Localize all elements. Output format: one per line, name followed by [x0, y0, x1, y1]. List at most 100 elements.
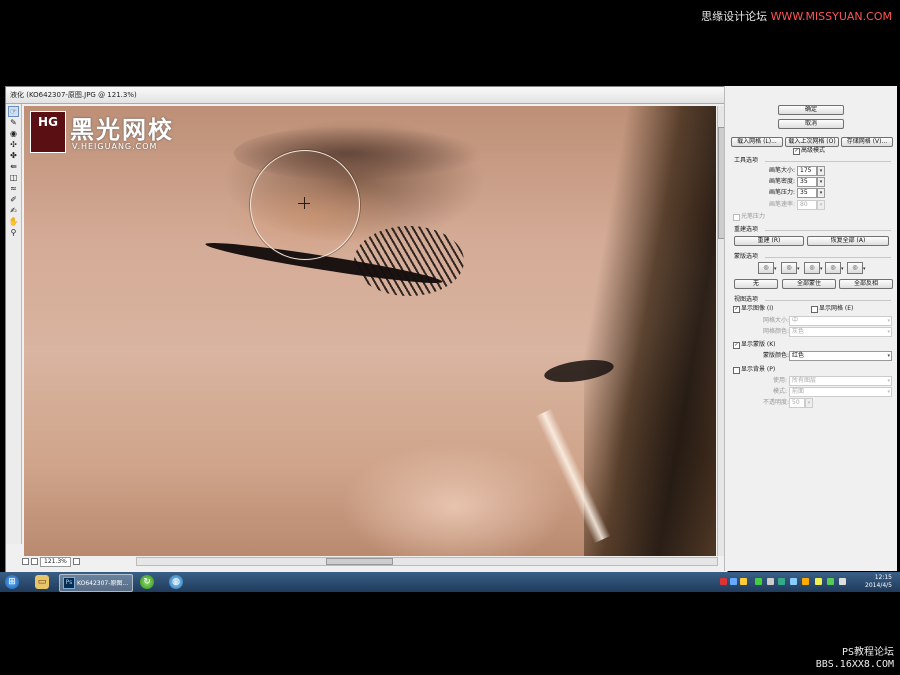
start-button[interactable]: ⊞	[5, 575, 19, 589]
divider	[765, 161, 891, 162]
clock[interactable]: 12:15 2014/4/5	[865, 574, 892, 590]
tray-icon-2[interactable]	[730, 578, 737, 585]
mask-add-icon[interactable]: ◎	[781, 262, 797, 274]
zoom-tool-icon[interactable]: ⚲	[8, 228, 19, 237]
tray-icon-7[interactable]	[790, 578, 797, 585]
hand-tool-icon[interactable]: ✋	[8, 217, 19, 226]
horizontal-scroll-thumb[interactable]	[326, 558, 393, 565]
clock-time: 12:15	[874, 574, 892, 581]
volume-icon[interactable]	[839, 578, 846, 585]
advanced-mode-checkbox[interactable]: ✓	[793, 148, 800, 155]
mask-intersect-icon[interactable]: ◎	[825, 262, 841, 274]
show-image-checkbox[interactable]: ✓	[733, 306, 740, 313]
preview-canvas[interactable]: HG 黑光网校 V.HEIGUANG.COM	[24, 106, 716, 556]
show-mesh-checkbox[interactable]	[811, 306, 818, 313]
bloat-tool-icon[interactable]: ✤	[8, 151, 19, 160]
tray-icon-1[interactable]	[720, 578, 727, 585]
pucker-tool-icon[interactable]: ✣	[8, 140, 19, 149]
browser-icon[interactable]: ◍	[169, 575, 183, 589]
mirror-tool-icon[interactable]: ◫	[8, 173, 19, 182]
photoshop-icon: Ps	[63, 577, 75, 589]
brush-density-dropdown[interactable]: ▾	[817, 177, 825, 187]
eyelashes	[354, 226, 464, 296]
mesh-size-select: 中 ▾	[789, 316, 892, 326]
brush-size-dropdown[interactable]: ▾	[817, 166, 825, 176]
logo-url: V.HEIGUANG.COM	[72, 142, 158, 151]
show-backdrop-checkbox[interactable]	[733, 367, 740, 374]
explorer-icon[interactable]: ▭	[35, 575, 49, 589]
network-icon[interactable]	[827, 578, 834, 585]
stylus-pressure-checkbox[interactable]	[733, 214, 740, 221]
mesh-size-label: 网格大小:	[763, 317, 790, 324]
use-label: 使用:	[773, 377, 788, 384]
brush-density-input[interactable]: 35	[797, 177, 817, 187]
divider	[765, 230, 891, 231]
freeze-mask-tool-icon[interactable]: ✐	[8, 195, 19, 204]
mask-invert-icon[interactable]: ◎	[847, 262, 863, 274]
mesh-color-select: 灰色 ▾	[789, 327, 892, 337]
tray-icon-6[interactable]	[778, 578, 785, 585]
chevron-down-icon: ▾	[887, 318, 890, 324]
restore-all-button[interactable]: 恢复全部 (A)	[807, 236, 889, 246]
logo-name: 黑光网校	[70, 116, 174, 144]
chevron-down-icon[interactable]: ▾	[863, 266, 866, 272]
brush-rate-label: 画笔速率:	[769, 201, 796, 208]
mask-none-button[interactable]: 无	[734, 279, 778, 289]
show-backdrop-label: 显示背景 (P)	[741, 366, 776, 373]
thaw-mask-tool-icon[interactable]: ✍	[8, 206, 19, 215]
save-mesh-button[interactable]: 存储网格 (V)...	[841, 137, 893, 147]
chevron-down-icon[interactable]: ▾	[797, 266, 800, 272]
zoom-control: 121.3%	[22, 557, 82, 567]
cancel-button[interactable]: 取消	[778, 119, 844, 129]
show-mask-checkbox[interactable]: ✓	[733, 342, 740, 349]
tray-icon-5[interactable]	[767, 578, 774, 585]
zoom-out-button[interactable]	[22, 558, 29, 565]
load-last-mesh-button[interactable]: 载入上次网格 (O)	[785, 137, 839, 147]
brush-size-input[interactable]: 175	[797, 166, 817, 176]
brush-pressure-dropdown[interactable]: ▾	[817, 188, 825, 198]
brush-cursor	[250, 150, 360, 260]
load-mesh-button[interactable]: 载入网格 (L)...	[731, 137, 783, 147]
push-left-tool-icon[interactable]: ⇚	[8, 162, 19, 171]
tray-icon-9[interactable]	[815, 578, 822, 585]
mode-label: 模式:	[773, 388, 788, 395]
mask-color-select[interactable]: 红色 ▾	[789, 351, 892, 361]
brush-density-label: 画笔密度:	[769, 178, 796, 185]
show-mesh-label: 显示网格 (E)	[819, 305, 854, 312]
brush-size-label: 画笔大小:	[769, 167, 796, 174]
watermark-bottom-name: PS教程论坛	[841, 647, 894, 658]
refresh-app-icon[interactable]: ↻	[140, 575, 154, 589]
mask-subtract-icon[interactable]: ◎	[804, 262, 820, 274]
turbulence-tool-icon[interactable]: ≈	[8, 184, 19, 193]
logo-badge: HG	[30, 111, 66, 153]
tray-icon-4[interactable]	[755, 578, 762, 585]
chevron-down-icon[interactable]: ▾	[841, 266, 844, 272]
mode-value: 前面	[792, 388, 805, 395]
clock-date: 2014/4/5	[865, 582, 892, 589]
chevron-down-icon: ▾	[887, 329, 890, 335]
taskbar-photoshop[interactable]: Ps KO642307-原图...	[59, 574, 133, 592]
chevron-down-icon: ▾	[887, 389, 890, 395]
invert-all-button[interactable]: 全部反相	[839, 279, 893, 289]
mask-all-button[interactable]: 全部蒙住	[782, 279, 836, 289]
tray-icon-3[interactable]	[740, 578, 747, 585]
tray-icon-8[interactable]	[802, 578, 809, 585]
zoom-in-button[interactable]	[31, 558, 38, 565]
zoom-dropdown-icon[interactable]	[72, 558, 80, 565]
zoom-value[interactable]: 121.3%	[40, 557, 71, 567]
reconstruct-tool-icon[interactable]: ✎	[8, 118, 19, 127]
reconstruct-button[interactable]: 重建 (R)	[734, 236, 804, 246]
twirl-tool-icon[interactable]: ◉	[8, 129, 19, 138]
opacity-input: 50	[789, 398, 805, 408]
watermark-brand: 思缘设计论坛	[701, 10, 768, 23]
warp-tool-icon[interactable]: ☞	[8, 106, 19, 117]
taskbar-ps-title: KO642307-原图...	[77, 580, 129, 587]
brush-pressure-input[interactable]: 35	[797, 188, 817, 198]
chevron-down-icon[interactable]: ▾	[820, 266, 823, 272]
chevron-down-icon[interactable]: ▾	[774, 266, 777, 272]
stylus-pressure-label: 光笔压力	[741, 213, 766, 220]
mask-replace-icon[interactable]: ◎	[758, 262, 774, 274]
horizontal-scrollbar[interactable]	[136, 557, 718, 566]
reconstruct-options-header: 重建选项	[734, 226, 759, 233]
ok-button[interactable]: 确定	[778, 105, 844, 115]
